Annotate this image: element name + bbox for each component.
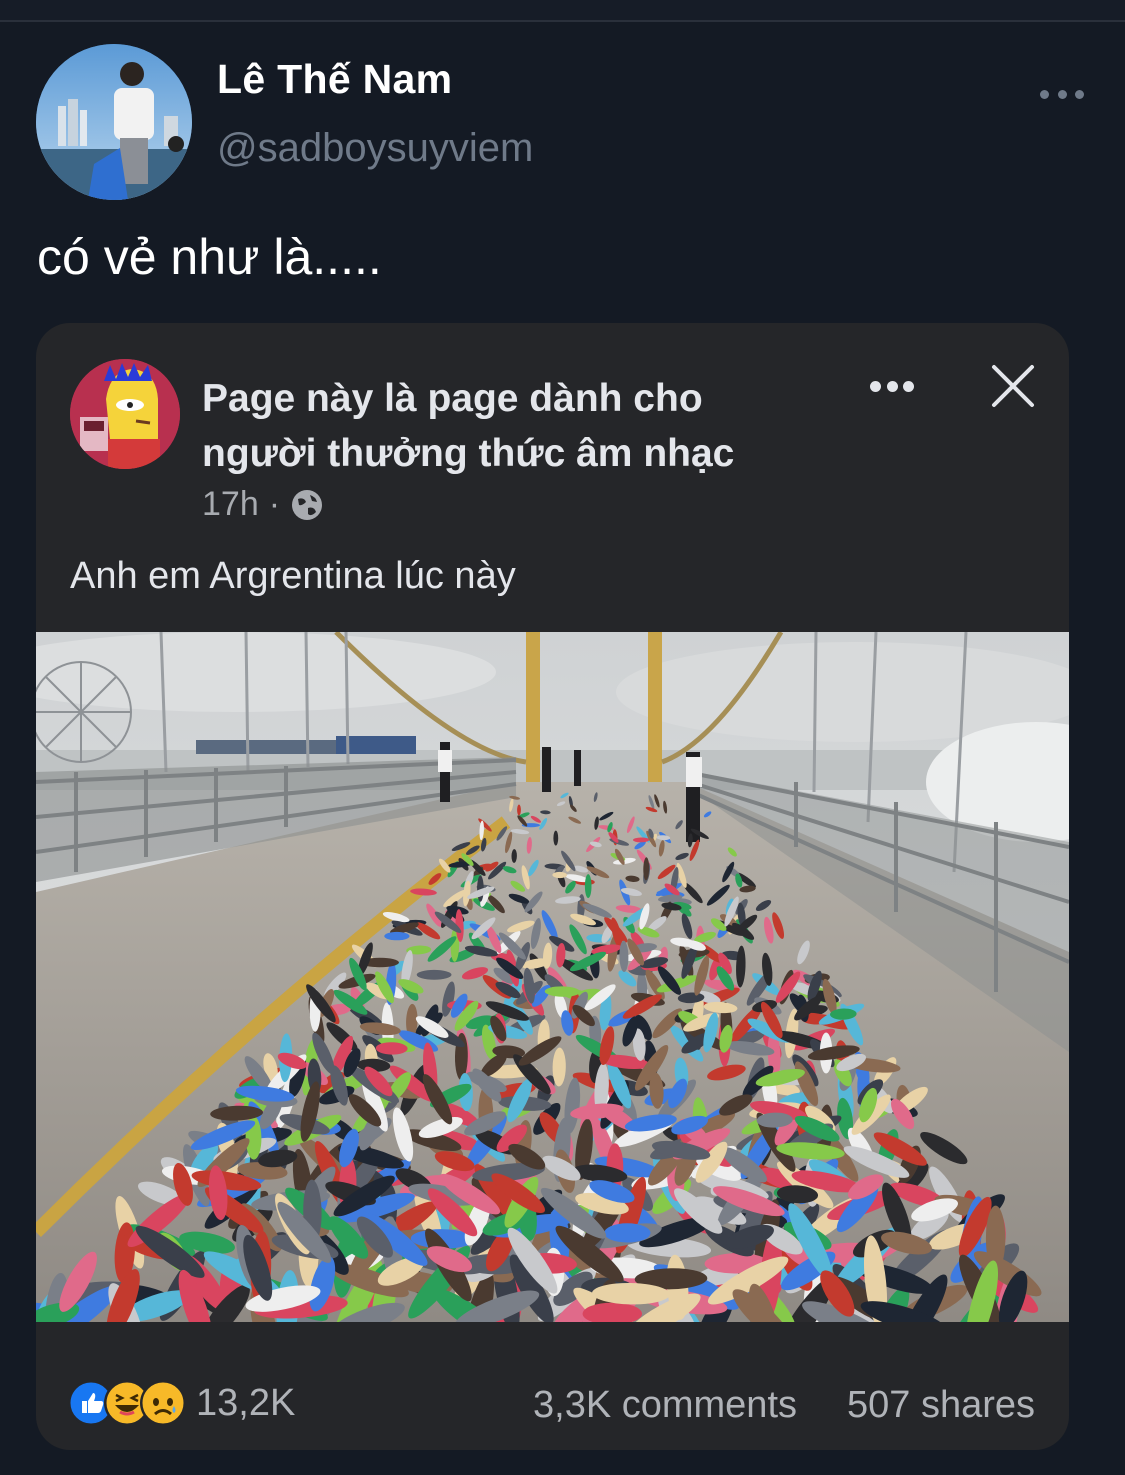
post-meta: 17h · [202, 485, 324, 524]
author-name[interactable]: Lê Thế Nam [217, 56, 452, 103]
author-avatar[interactable] [36, 44, 192, 200]
comments-count[interactable]: 3,3K comments [533, 1384, 797, 1427]
top-bar [0, 0, 1125, 22]
close-icon[interactable] [990, 363, 1036, 409]
more-dot [870, 380, 881, 392]
reactions-summary[interactable]: 13,2K [68, 1380, 295, 1426]
tweet-screen: Lê Thế Nam @sadboysuyviem có vẻ như là..… [0, 0, 1125, 1475]
post-more-icon[interactable] [870, 379, 914, 393]
globe-icon [292, 489, 323, 520]
shared-post-card[interactable]: Page này là page dành cho người thưởng t… [36, 323, 1069, 1450]
meta-separator: · [268, 485, 281, 523]
more-dot [886, 380, 898, 392]
post-photo[interactable] [36, 632, 1069, 1322]
more-horizontal-icon[interactable] [1040, 84, 1084, 104]
more-dot [1075, 89, 1084, 99]
shares-count[interactable]: 507 shares [847, 1384, 1035, 1427]
more-dot [1040, 89, 1049, 99]
page-name[interactable]: Page này là page dành cho người thưởng t… [202, 371, 802, 481]
more-dot [1057, 89, 1067, 99]
reaction-count: 13,2K [196, 1381, 296, 1424]
post-time[interactable]: 17h [202, 485, 259, 524]
shoe [553, 830, 559, 846]
author-handle[interactable]: @sadboysuyviem [217, 126, 533, 171]
tweet-text: có vẻ như là..... [37, 229, 382, 285]
post-caption: Anh em Argrentina lúc này [70, 555, 516, 597]
shoe [416, 969, 452, 980]
page-avatar[interactable] [70, 359, 180, 469]
more-dot [903, 380, 914, 392]
post-footer: 13,2K 3,3K comments 507 shares [36, 1322, 1069, 1450]
sad-icon [140, 1380, 186, 1426]
shoe [584, 874, 592, 899]
shoe [517, 804, 521, 816]
shoe [604, 1223, 651, 1243]
shoe [384, 931, 410, 941]
